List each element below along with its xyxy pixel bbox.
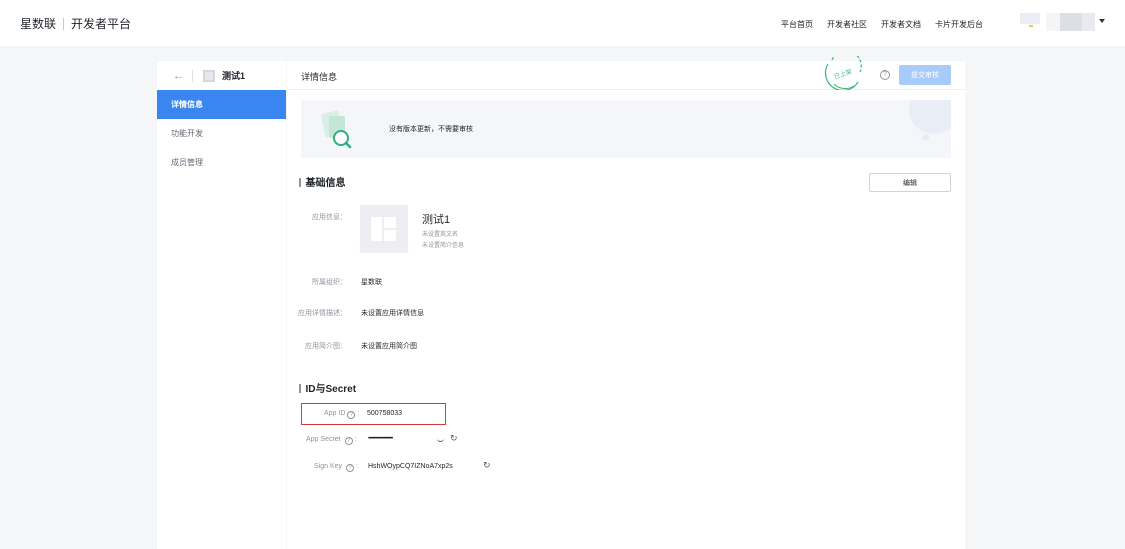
sidebar-item-members[interactable]: 成员管理 xyxy=(157,148,286,177)
intro-image-value: 未设置应用简介图 xyxy=(361,343,417,350)
app-intro: 未设置简介信息 xyxy=(422,243,465,249)
desc-value: 未设置应用详情信息 xyxy=(361,310,424,317)
app-placeholder-icon xyxy=(360,205,408,253)
review-notice: 没有版本更新，不需要审核 xyxy=(301,100,951,158)
notice-text: 没有版本更新，不需要审核 xyxy=(389,126,473,133)
icon-block xyxy=(371,217,382,241)
brand-name: 星数联 xyxy=(20,17,57,31)
sidebar-header: ← 测试1 xyxy=(157,61,286,90)
submit-review-button[interactable]: 提交审核 xyxy=(899,65,951,85)
help-icon[interactable]: ? xyxy=(344,437,353,445)
eye-closed-icon[interactable] xyxy=(437,438,444,442)
user-name-part xyxy=(1060,13,1082,31)
user-name-part xyxy=(1046,13,1060,31)
decor-dot xyxy=(923,134,929,140)
help-icon[interactable]: ? xyxy=(345,464,354,472)
avatar[interactable] xyxy=(1020,13,1040,31)
app-id-value[interactable]: 500758033 xyxy=(367,410,402,417)
decor-circle xyxy=(909,100,951,134)
main-panel: 详情信息 已上架 ? 提交审核 没有版本更新，不需要审核 基础信息 编辑 应用信… xyxy=(287,56,965,549)
brand[interactable]: 星数联 开发者平台 xyxy=(20,15,131,32)
desc-label: 应用详情描述： xyxy=(298,310,347,317)
section-title-secret: ID与Secret xyxy=(299,380,357,395)
nav-docs[interactable]: 开发者文档 xyxy=(881,19,921,30)
brand-divider xyxy=(63,17,65,30)
chevron-down-icon[interactable] xyxy=(1099,19,1105,23)
sidebar-item-details[interactable]: 详情信息 xyxy=(157,90,286,119)
org-value: 星数联 xyxy=(361,279,382,286)
app-secret-label: App Secret ?: xyxy=(306,436,357,445)
icon-block xyxy=(384,217,396,228)
refresh-icon[interactable]: ↻ xyxy=(483,460,491,471)
app-info-label: 应用信息： xyxy=(312,214,347,221)
sidebar-divider xyxy=(192,69,193,82)
nav-community[interactable]: 开发者社区 xyxy=(827,19,867,30)
org-label: 所属组织： xyxy=(312,279,347,286)
sidebar: ← 测试1 详情信息 功能开发 成员管理 xyxy=(157,61,286,549)
icon-block xyxy=(384,230,396,241)
help-icon[interactable]: ? xyxy=(880,70,890,80)
sign-key-value[interactable]: HshWOypCQ7IZNoA7xp2s xyxy=(368,463,453,470)
top-bar: 星数联 开发者平台 平台首页 开发者社区 开发者文档 卡片开发后台 xyxy=(0,0,1125,46)
app-secret-value[interactable]: •••••••••••••••••••••• xyxy=(368,436,393,442)
app-name: 测试1 xyxy=(422,214,451,226)
avatar-dot xyxy=(1029,25,1033,27)
published-stamp-icon: 已上架 xyxy=(824,56,862,90)
user-name-redacted[interactable] xyxy=(1046,13,1095,31)
sign-key-label-text: Sign Key xyxy=(314,463,343,470)
refresh-icon[interactable]: ↻ xyxy=(450,433,458,444)
arrow-left-icon[interactable]: ← xyxy=(173,70,184,82)
edit-button[interactable]: 编辑 xyxy=(869,173,951,192)
nav-home[interactable]: 平台首页 xyxy=(781,19,813,30)
sign-key-label: Sign Key ?: xyxy=(314,463,358,472)
app-icon xyxy=(203,69,215,82)
app-english-name: 未设置英文名 xyxy=(422,232,459,238)
document-search-icon xyxy=(321,110,352,149)
main-header: 详情信息 已上架 ? 提交审核 xyxy=(287,56,965,90)
stamp-text: 已上架 xyxy=(833,67,853,80)
app-id-label-text: App ID xyxy=(324,410,346,417)
app-secret-label-text: App Secret xyxy=(306,436,341,443)
nav-card-console[interactable]: 卡片开发后台 xyxy=(935,19,983,30)
sidebar-app-name: 测试1 xyxy=(222,71,246,81)
section-title-basic: 基础信息 xyxy=(299,174,346,189)
app-id-label: App ID?: xyxy=(324,410,360,419)
help-icon[interactable]: ? xyxy=(347,411,356,419)
top-nav: 平台首页 开发者社区 开发者文档 卡片开发后台 xyxy=(781,19,997,30)
intro-image-label: 应用简介图： xyxy=(305,343,347,350)
page-title: 详情信息 xyxy=(301,72,338,82)
sidebar-item-features[interactable]: 功能开发 xyxy=(157,119,286,148)
platform-name: 开发者平台 xyxy=(71,17,132,31)
